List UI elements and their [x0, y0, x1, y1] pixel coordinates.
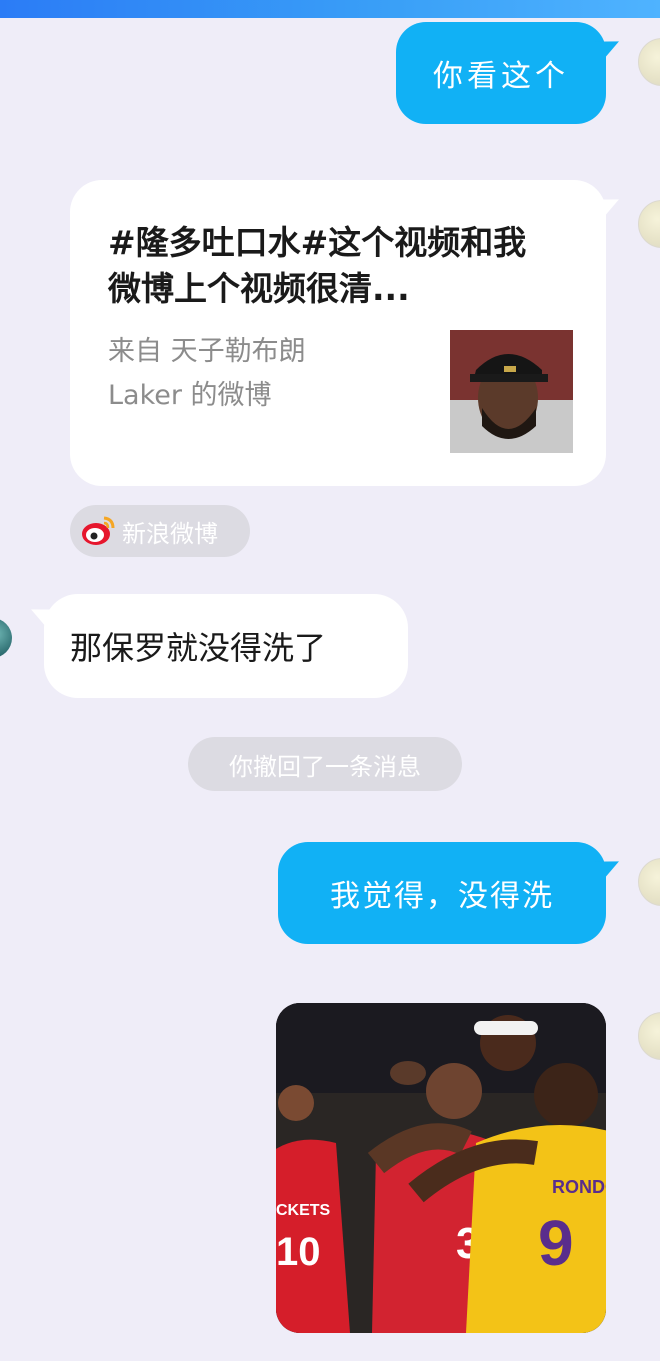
received-message-text: 那保罗就没得洗了: [70, 629, 327, 667]
jersey-right-name: RONDO: [552, 1177, 606, 1197]
basketball-photo: CKETS 10 3 RONDO 9: [276, 1003, 606, 1333]
recall-notice: 你撤回了一条消息: [188, 737, 462, 791]
weibo-icon: [80, 513, 116, 549]
bubble-tail: [594, 190, 624, 218]
my-avatar[interactable]: [638, 1012, 660, 1060]
card-thumbnail: [450, 330, 573, 453]
card-source-line-1: 来自 天子勒布朗: [108, 336, 306, 367]
bubble-tail: [594, 852, 624, 880]
top-status-strip: [0, 0, 660, 18]
jersey-left-text: CKETS: [276, 1202, 331, 1219]
shared-weibo-card[interactable]: #隆多吐口水#这个视频和我微博上个视频很清... 来自 天子勒布朗 Laker …: [70, 180, 624, 486]
my-avatar[interactable]: [638, 38, 660, 86]
recall-notice-text: 你撤回了一条消息: [229, 752, 421, 781]
source-app-label: 新浪微博: [122, 519, 218, 548]
bubble-tail: [26, 600, 56, 628]
my-avatar[interactable]: [638, 858, 660, 906]
sent-message-bubble[interactable]: 我觉得，没得洗: [278, 842, 624, 944]
card-source: 来自 天子勒布朗 Laker 的微博: [108, 330, 408, 418]
sent-message-text: 你看这个: [433, 59, 569, 94]
jersey-right-number: 9: [538, 1207, 574, 1279]
card-title: #隆多吐口水#这个视频和我微博上个视频很清...: [108, 223, 527, 308]
sent-photo[interactable]: CKETS 10 3 RONDO 9: [276, 1003, 606, 1333]
card-source-line-2: Laker 的微博: [108, 380, 272, 411]
friend-avatar[interactable]: [0, 618, 12, 658]
bubble-tail: [594, 32, 624, 60]
jersey-left-number: 10: [276, 1230, 321, 1274]
sent-message-text: 我觉得，没得洗: [330, 879, 554, 914]
source-app-tag[interactable]: 新浪微博: [70, 505, 250, 557]
my-avatar[interactable]: [638, 200, 660, 248]
received-message-bubble[interactable]: 那保罗就没得洗了: [26, 594, 408, 698]
sent-message-bubble[interactable]: 你看这个: [396, 22, 624, 124]
thumbnail-portrait: [450, 330, 573, 453]
